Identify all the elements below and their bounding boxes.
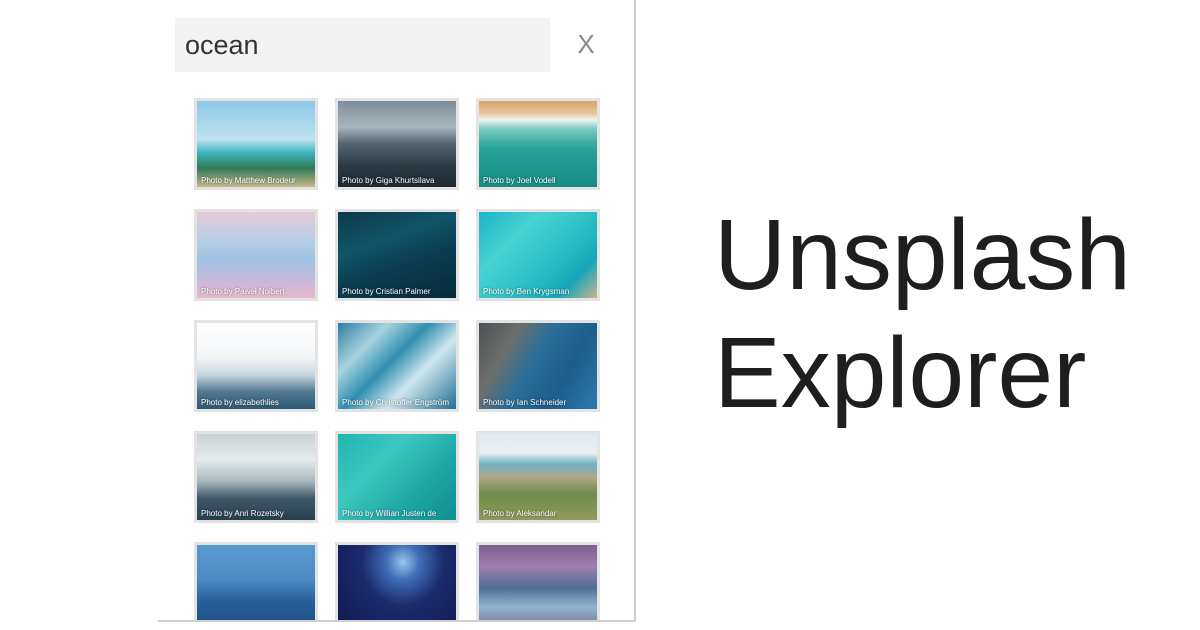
photo-tile[interactable] bbox=[335, 542, 459, 620]
photo-credit: Photo by Matthew Brodeur bbox=[201, 176, 296, 185]
photo-tile[interactable] bbox=[476, 542, 600, 620]
photo-grid: Photo by Matthew Brodeur Photo by Giga Kh… bbox=[194, 98, 604, 620]
photo-tile[interactable]: Photo by Anri Rozetsky bbox=[194, 431, 318, 523]
photo-credit: Photo by Aleksandar bbox=[483, 509, 557, 518]
photo-credit: Photo by Giga Khurtsilava bbox=[342, 176, 435, 185]
page: X Photo by Matthew Brodeur Photo by Giga … bbox=[0, 0, 1200, 630]
photo-tile[interactable]: Photo by Willian Justen de bbox=[335, 431, 459, 523]
photo-tile[interactable]: Photo by Ian Schneider bbox=[476, 320, 600, 412]
photo-tile[interactable]: Photo by Cristian Palmer bbox=[335, 209, 459, 301]
app-title: Unsplash Explorer bbox=[714, 196, 1131, 432]
photo-credit: Photo by Paweł Nolbert bbox=[201, 287, 285, 296]
photo-tile[interactable] bbox=[194, 542, 318, 620]
photo-tile[interactable]: Photo by Giga Khurtsilava bbox=[335, 98, 459, 190]
photo-tile[interactable]: Photo by Ben Krygsman bbox=[476, 209, 600, 301]
photo-tile[interactable]: Photo by Matthew Brodeur bbox=[194, 98, 318, 190]
app-title-line-1: Unsplash bbox=[714, 199, 1131, 311]
search-input[interactable] bbox=[175, 18, 550, 72]
photo-credit: Photo by Cristian Palmer bbox=[342, 287, 431, 296]
app-title-line-2: Explorer bbox=[714, 317, 1087, 429]
search-panel: X Photo by Matthew Brodeur Photo by Giga … bbox=[158, 0, 636, 622]
photo-credit: Photo by Anri Rozetsky bbox=[201, 509, 284, 518]
photo-credit: Photo by Christoffer Engström bbox=[342, 398, 450, 407]
photo-tile[interactable]: Photo by elizabethlies bbox=[194, 320, 318, 412]
photo-tile[interactable]: Photo by Aleksandar bbox=[476, 431, 600, 523]
photo-credit: Photo by Willian Justen de bbox=[342, 509, 437, 518]
photo-tile[interactable]: Photo by Joel Vodell bbox=[476, 98, 600, 190]
photo-credit: Photo by elizabethlies bbox=[201, 398, 279, 407]
photo-credit: Photo by Joel Vodell bbox=[483, 176, 556, 185]
photo-tile[interactable]: Photo by Paweł Nolbert bbox=[194, 209, 318, 301]
close-button[interactable]: X bbox=[568, 24, 604, 64]
photo-credit: Photo by Ian Schneider bbox=[483, 398, 567, 407]
photo-credit: Photo by Ben Krygsman bbox=[483, 287, 570, 296]
photo-tile[interactable]: Photo by Christoffer Engström bbox=[335, 320, 459, 412]
